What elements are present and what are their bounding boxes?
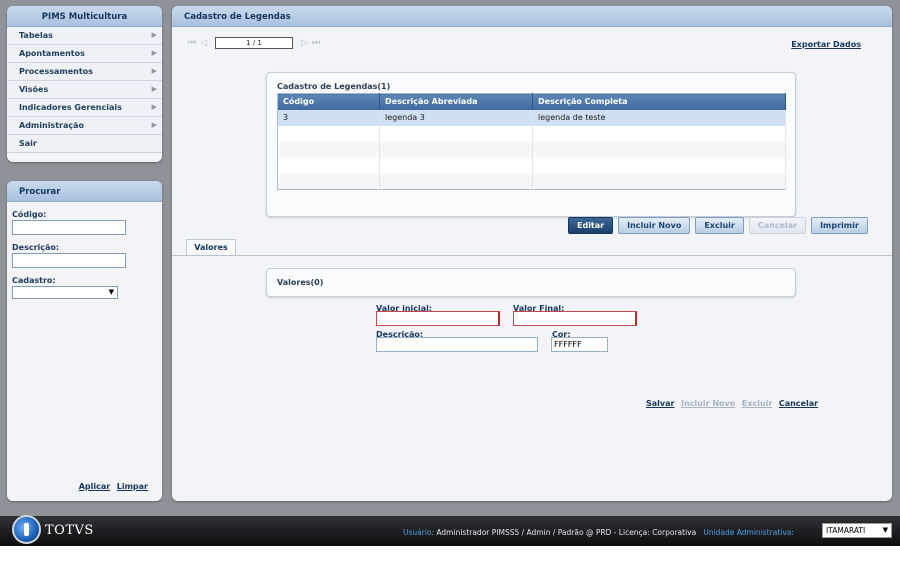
cancel-button: Cancelar — [748, 217, 807, 234]
next-page-icon[interactable]: ▷ — [301, 38, 308, 48]
valor-inicial-input[interactable] — [376, 311, 500, 326]
cell-descricao-completa: legenda de teste — [532, 109, 786, 126]
cadastro-label: Cadastro: — [12, 276, 56, 285]
unit-label: Unidade Administrativa: — [703, 528, 794, 537]
empty-row — [277, 125, 786, 142]
new-link: Incluir Novo — [681, 399, 736, 408]
grid-container: Cadastro de Legendas(1) Código Descrição… — [266, 72, 796, 217]
menu-item-tabelas[interactable]: Tabelas ▶ — [7, 27, 162, 45]
menu-item-label: Tabelas — [19, 31, 53, 40]
cell-codigo: 3 — [277, 109, 380, 126]
bottom-strip — [0, 546, 900, 562]
status-text: Usuário: Administrador PIMSS5 / Admin / … — [403, 528, 794, 537]
main-panel: Cadastro de Legendas ⏮ ◁ 1 / 1 ▷ ⏭ Expor… — [172, 6, 892, 501]
menu-item-label: Processamentos — [19, 67, 93, 76]
table-row[interactable]: 3 legenda 3 legenda de teste — [277, 109, 786, 126]
unit-value: ITAMARATI — [826, 526, 866, 535]
chevron-right-icon: ▶ — [151, 103, 157, 111]
user-label: Usuário: — [403, 528, 435, 537]
first-page-icon[interactable]: ⏮ — [188, 38, 196, 48]
menu-item-apontamentos[interactable]: Apontamentos ▶ — [7, 45, 162, 63]
tab-divider — [172, 255, 892, 256]
menu-panel: PIMS Multicultura Tabelas ▶ Apontamentos ▶… — [7, 6, 162, 162]
chevron-down-icon: ▼ — [108, 288, 114, 296]
codigo-label: Código: — [12, 210, 47, 219]
action-buttons: Editar Incluir Novo Excluir Cancelar Imp… — [568, 217, 868, 234]
menu-item-indicadores[interactable]: Indicadores Gerenciais ▶ — [7, 99, 162, 117]
tab-valores[interactable]: Valores — [186, 239, 236, 256]
menu-item-processamentos[interactable]: Processamentos ▶ — [7, 63, 162, 81]
menu-item-administracao[interactable]: Administração ▶ — [7, 117, 162, 135]
descricao-label: Descrição: — [12, 243, 60, 252]
empty-row — [277, 157, 786, 174]
apply-link[interactable]: Aplicar — [79, 482, 111, 491]
menu-item-label: Indicadores Gerenciais — [19, 103, 122, 112]
menu-item-label: Visões — [19, 85, 49, 94]
delete-button[interactable]: Excluir — [695, 217, 744, 234]
totvs-logo-icon — [12, 515, 41, 544]
legend-table: Código Descrição Abreviada Descrição Com… — [277, 93, 786, 190]
user-info: Administrador PIMSS5 / Admin / Padrão @ … — [436, 528, 697, 537]
cadastro-select[interactable]: ▼ — [12, 286, 118, 299]
export-data-link[interactable]: Exportar Dados — [791, 40, 861, 49]
chevron-down-icon: ▼ — [882, 526, 888, 534]
chevron-right-icon: ▶ — [151, 67, 157, 75]
form-actions: Salvar Incluir Novo Excluir Cancelar — [642, 399, 818, 408]
delete-link: Excluir — [741, 399, 773, 408]
empty-row — [277, 141, 786, 158]
chevron-right-icon: ▶ — [151, 49, 157, 57]
search-title: Procurar — [7, 181, 162, 202]
chevron-right-icon: ▶ — [151, 85, 157, 93]
last-page-icon[interactable]: ⏭ — [312, 38, 320, 48]
column-header-descricao-abreviada[interactable]: Descrição Abreviada — [379, 93, 533, 110]
menu-item-visoes[interactable]: Visões ▶ — [7, 81, 162, 99]
menu-item-sair[interactable]: Sair — [7, 135, 162, 153]
cor-input[interactable]: FFFFFF — [551, 337, 608, 352]
menu-title: PIMS Multicultura — [7, 6, 162, 27]
column-header-codigo[interactable]: Código — [277, 93, 380, 110]
menu-item-label: Apontamentos — [19, 49, 85, 58]
save-link[interactable]: Salvar — [646, 399, 674, 408]
clear-link[interactable]: Limpar — [117, 482, 148, 491]
chevron-right-icon: ▶ — [151, 121, 157, 129]
page-input[interactable]: 1 / 1 — [215, 37, 294, 49]
descricao-input[interactable] — [12, 253, 126, 268]
column-header-descricao-completa[interactable]: Descrição Completa — [532, 93, 786, 110]
page-title: Cadastro de Legendas — [172, 6, 892, 27]
prev-page-icon[interactable]: ◁ — [200, 38, 207, 48]
print-button[interactable]: Imprimir — [811, 217, 868, 234]
valores-title: Valores(0) — [266, 268, 796, 297]
new-button[interactable]: Incluir Novo — [618, 217, 691, 234]
codigo-input[interactable] — [12, 220, 126, 235]
chevron-right-icon: ▶ — [151, 31, 157, 39]
edit-button[interactable]: Editar — [568, 217, 614, 234]
empty-row — [277, 173, 786, 190]
cancel-link[interactable]: Cancelar — [779, 399, 818, 408]
cell-descricao-abreviada: legenda 3 — [379, 109, 533, 126]
unit-select[interactable]: ITAMARATI ▼ — [822, 523, 892, 538]
pager: ⏮ ◁ 1 / 1 ▷ ⏭ — [186, 36, 322, 50]
menu-item-label: Administração — [19, 121, 84, 130]
descricao-input[interactable] — [376, 337, 538, 352]
menu-item-label: Sair — [19, 139, 37, 148]
search-actions: Aplicar Limpar — [75, 482, 148, 491]
valor-final-input[interactable] — [513, 311, 637, 326]
logo-text: TOTVS — [45, 523, 94, 538]
search-panel: Procurar Código: Descrição: Cadastro: ▼ … — [7, 181, 162, 501]
grid-title: Cadastro de Legendas(1) — [277, 82, 391, 91]
